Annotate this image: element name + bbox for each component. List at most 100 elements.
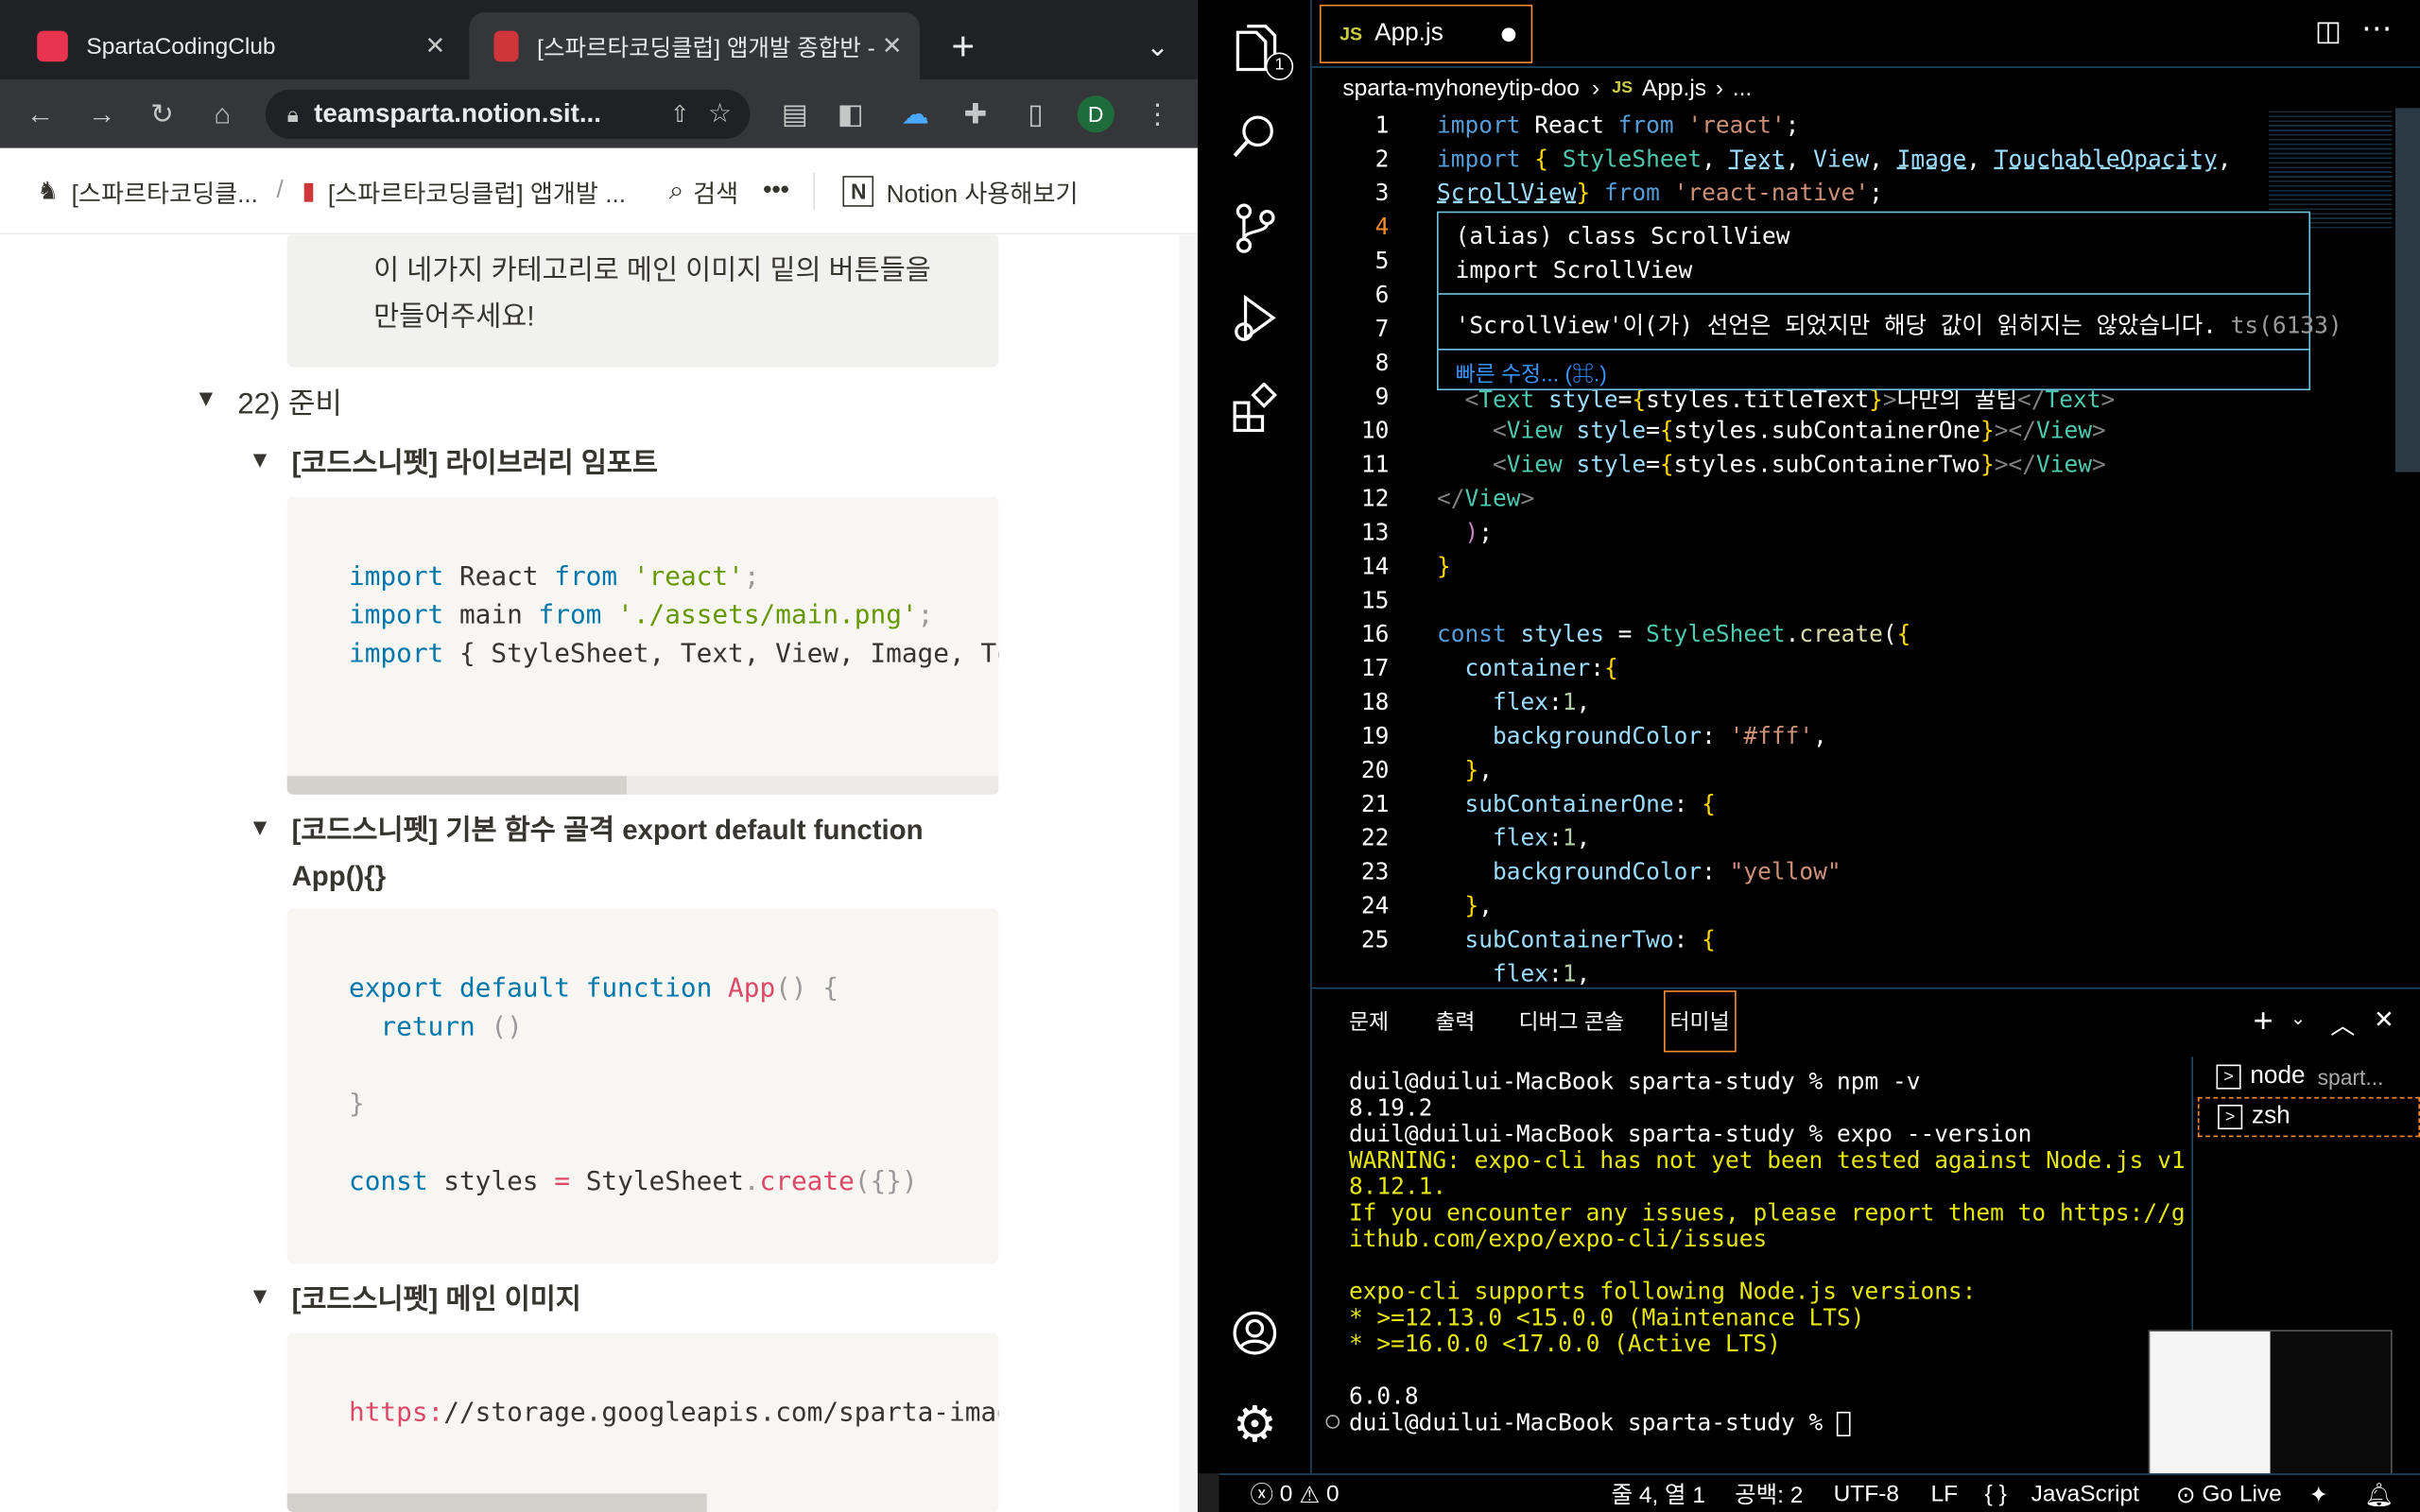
terminal-dropdown-icon[interactable]: ⌄	[2290, 1007, 2306, 1029]
code-token: }	[348, 1089, 365, 1121]
code-block[interactable]: export default function App() { return (…	[286, 908, 999, 1264]
share-icon[interactable]: ⇧	[670, 100, 690, 129]
line-number: 21	[1360, 789, 1390, 818]
sparta-favicon-icon	[37, 30, 68, 62]
line-number: 12	[1360, 484, 1390, 513]
menu-kebab-icon[interactable]: ⋮	[1136, 80, 1180, 148]
language-mode[interactable]: JavaScript	[2031, 1475, 2139, 1512]
breadcrumb-folder[interactable]: sparta-myhoneytip-doo	[1342, 75, 1579, 101]
end-of-line[interactable]: LF	[1930, 1475, 1958, 1512]
toggle-title[interactable]: [코드스니펫] 기본 함수 골격 export default function…	[292, 807, 924, 900]
terminal-output[interactable]: duil@duilui-MacBook sparta-study % npm -…	[1312, 1069, 2192, 1454]
source-control-icon[interactable]	[1198, 185, 1312, 271]
side-panel-icon[interactable]: ▯	[1014, 80, 1058, 148]
search-icon[interactable]	[1198, 93, 1312, 179]
source-control-badge: 1	[1265, 52, 1294, 80]
code-line: flex:1,	[1492, 688, 1591, 716]
feedback-icon[interactable]: ✦	[2308, 1475, 2328, 1512]
encoding[interactable]: UTF-8	[1834, 1475, 1899, 1512]
page-scrollbar-track[interactable]	[1179, 234, 1198, 1512]
indentation[interactable]: 공백: 2	[1735, 1475, 1803, 1512]
tab-notion-page[interactable]: [스파르타코딩클럽] 앱개발 종합반 - ✕	[469, 12, 921, 80]
unsaved-dot-icon[interactable]	[1501, 26, 1516, 42]
search-icon[interactable]: ⌕	[669, 175, 684, 206]
line-number: 15	[1360, 586, 1390, 614]
toggle-title[interactable]: [코드스니펫] 메인 이미지	[292, 1278, 581, 1317]
toggle-title[interactable]: [코드스니펫] 라이브러리 임포트	[292, 441, 658, 481]
tab-terminal[interactable]: 터미널	[1663, 990, 1737, 1053]
toggle-triangle-icon[interactable]: ▼	[249, 815, 271, 841]
close-tab-icon[interactable]: ✕	[420, 31, 451, 62]
breadcrumb-file[interactable]: App.js	[1642, 75, 1706, 101]
line-number: 2	[1374, 145, 1390, 173]
command-decoration-icon[interactable]	[1325, 1415, 1340, 1429]
code-block[interactable]: https://storage.googleapis.com/sparta-im…	[286, 1332, 999, 1512]
code-token: main	[443, 600, 539, 631]
explorer-files-icon[interactable]: 1	[1198, 7, 1312, 93]
bookmark-star-icon[interactable]: ☆	[708, 98, 732, 129]
new-tab-icon[interactable]: +	[942, 22, 985, 71]
icloud-extension-icon[interactable]: ☁	[893, 80, 937, 148]
close-panel-icon[interactable]: ✕	[2374, 1005, 2394, 1036]
try-notion-link[interactable]: Notion 사용해보기	[887, 172, 1079, 209]
breadcrumb-current[interactable]: [스파르타코딩클럽] 앱개발 ...	[328, 172, 626, 209]
go-live-button[interactable]: ⊙ Go Live	[2176, 1475, 2282, 1512]
split-editor-icon[interactable]: ◫	[2315, 15, 2342, 47]
address-bar[interactable]: 🔒︎ teamsparta.notion.sit... ⇧ ☆	[265, 89, 751, 139]
terminal-list-item-node[interactable]: > node spart...	[2198, 1057, 2420, 1096]
horizontal-scrollbar-thumb[interactable]	[286, 776, 627, 795]
tab-spartacodingclub[interactable]: SpartaCodingClub ✕	[12, 12, 463, 80]
maximize-panel-icon[interactable]: ︿	[2330, 1005, 2355, 1041]
quick-fix-link[interactable]: 빠른 수정... (⌘.)	[1456, 358, 1607, 389]
new-terminal-icon[interactable]: +	[2254, 1002, 2273, 1041]
settings-gear-icon[interactable]: ⚙	[1198, 1381, 1312, 1467]
forward-icon[interactable]: →	[80, 80, 124, 148]
terminal-line: * >=12.13.0 <15.0.0 (Maintenance LTS)	[1348, 1303, 1865, 1332]
braces-icon[interactable]: { }	[1985, 1475, 2007, 1512]
code-line: ScrollView} from 'react-native';	[1437, 179, 1883, 207]
notifications-bell-icon[interactable]: 🔔︎	[2364, 1475, 2394, 1512]
code-block[interactable]: import React from 'react'; import main f…	[286, 496, 999, 795]
reload-icon[interactable]: ↻	[141, 80, 184, 148]
extensions-puzzle-icon[interactable]: ✚	[954, 80, 997, 148]
code-token: ;	[917, 600, 934, 631]
code-token: StyleSheet	[569, 1166, 744, 1197]
toggle-triangle-icon[interactable]: ▼	[249, 1283, 271, 1310]
breadcrumb-symbol[interactable]: ...	[1733, 75, 1752, 101]
breadcrumb-parent[interactable]: [스파르타코딩클...	[72, 172, 258, 209]
run-debug-icon[interactable]	[1198, 275, 1312, 361]
toggle-triangle-icon[interactable]: ▼	[195, 386, 217, 412]
code-text: import React from 'react'; import main f…	[349, 558, 998, 674]
more-menu-icon[interactable]: •••	[763, 177, 788, 204]
toggle-triangle-icon[interactable]: ▼	[249, 447, 271, 473]
problems-status[interactable]: ⓧ 0 ⚠ 0	[1250, 1475, 1339, 1512]
chevron-right-icon: ›	[1715, 75, 1724, 101]
code-line: flex:1,	[1492, 823, 1591, 852]
terminal-name: node	[2250, 1062, 2306, 1090]
tab-search-chevron-icon[interactable]: ⌄	[1136, 22, 1180, 71]
code-line: import React from 'react';	[1437, 111, 1800, 139]
hover-tooltip: (alias) class ScrollView import ScrollVi…	[1437, 211, 2342, 391]
profile-avatar[interactable]: D	[1077, 95, 1115, 133]
more-actions-icon[interactable]: ⋯	[2361, 9, 2393, 48]
tab-debug-console[interactable]: 디버그 콘솔	[1519, 989, 1625, 1055]
home-icon[interactable]: ⌂	[200, 80, 244, 148]
horizontal-scrollbar-thumb[interactable]	[286, 1493, 707, 1512]
cursor-position[interactable]: 줄 4, 열 1	[1611, 1475, 1705, 1512]
line-number: 20	[1360, 755, 1390, 784]
line-number: 1	[1374, 111, 1390, 139]
terminal-detail: spart...	[2317, 1064, 2384, 1090]
tab-problems[interactable]: 문제	[1349, 989, 1389, 1055]
account-icon[interactable]	[1198, 1290, 1312, 1376]
extensions-icon[interactable]	[1198, 364, 1312, 450]
code-text: export default function App() { return (…	[349, 971, 918, 1202]
extension-cast-icon[interactable]: ▤	[773, 80, 817, 148]
search-label[interactable]: 검색	[693, 172, 738, 209]
tab-output[interactable]: 출력	[1435, 989, 1475, 1055]
editor-scrollbar-thumb[interactable]	[2394, 108, 2420, 472]
tab-app-js[interactable]: JS App.js	[1319, 4, 1533, 63]
extension-logo-icon[interactable]: ◧	[829, 80, 873, 148]
back-icon[interactable]: ←	[19, 80, 62, 148]
close-tab-icon[interactable]: ✕	[876, 31, 908, 62]
terminal-list-item-zsh[interactable]: > zsh	[2197, 1096, 2420, 1138]
